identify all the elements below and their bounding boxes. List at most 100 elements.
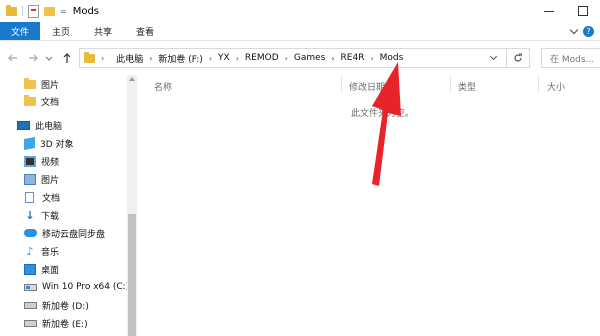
- tab-file[interactable]: 文件: [0, 22, 41, 40]
- drive-icon: [24, 319, 37, 327]
- column-divider[interactable]: [341, 75, 342, 93]
- cloud-icon: [24, 229, 37, 237]
- breadcrumb-separator[interactable]: ›: [285, 54, 288, 63]
- tab-share[interactable]: 共享: [82, 22, 124, 40]
- nav-item-videos[interactable]: 视频: [24, 152, 59, 170]
- maximize-icon: [578, 6, 588, 16]
- nav-item-cloud-sync[interactable]: 移动云盘同步盘: [24, 224, 105, 242]
- tab-view[interactable]: 查看: [124, 22, 166, 40]
- nav-item-label: 新加卷 (D:): [42, 301, 89, 312]
- nav-item-label: 新加卷 (E:): [42, 319, 88, 330]
- chevron-down-icon: [489, 52, 497, 61]
- column-header-date-modified[interactable]: 修改日期: [349, 78, 385, 94]
- breadcrumb-item[interactable]: REMOD: [245, 53, 279, 63]
- nav-item-pictures[interactable]: 图片: [24, 170, 59, 188]
- cube-icon: [24, 136, 35, 150]
- column-divider[interactable]: [450, 75, 451, 93]
- forward-button[interactable]: [26, 49, 40, 67]
- expand-ribbon-icon[interactable]: [569, 25, 579, 34]
- picture-icon: [24, 173, 36, 185]
- column-divider[interactable]: [538, 75, 539, 93]
- nav-item-label: 文档: [41, 97, 60, 108]
- folder-icon: [24, 94, 36, 106]
- breadcrumb-separator[interactable]: ›: [149, 54, 152, 63]
- breadcrumb-separator[interactable]: ›: [236, 54, 239, 63]
- ribbon-tabs: 文件 主页 共享 查看 ?: [0, 22, 600, 40]
- nav-item-label: 文档: [42, 193, 61, 204]
- address-bar[interactable]: › 此电脑 › 新加卷 (F:) › YX › REMOD › Games › …: [79, 48, 530, 68]
- arrow-up-icon: [63, 52, 71, 63]
- column-header-type[interactable]: 类型: [458, 78, 476, 94]
- video-icon: [24, 155, 36, 167]
- help-icon[interactable]: ?: [583, 25, 594, 37]
- nav-item-downloads[interactable]: ↓ 下载: [24, 206, 59, 224]
- refresh-icon: [514, 53, 522, 62]
- address-row: › 此电脑 › 新加卷 (F:) › YX › REMOD › Games › …: [0, 40, 600, 76]
- nav-item-desktop[interactable]: 桌面: [24, 260, 59, 278]
- folder-icon: [84, 51, 95, 63]
- nav-item-drive-d[interactable]: 新加卷 (D:): [24, 296, 89, 314]
- column-header-name[interactable]: 名称: [154, 78, 172, 94]
- refresh-button[interactable]: [506, 49, 529, 67]
- customize-quick-access-button[interactable]: =: [60, 7, 67, 16]
- nav-item-label: 桌面: [41, 265, 60, 276]
- folder-icon: [24, 77, 36, 89]
- breadcrumb-separator[interactable]: ›: [331, 54, 334, 63]
- empty-folder-message: 此文件夹为空。: [351, 109, 415, 119]
- up-button[interactable]: [60, 49, 74, 67]
- window-title: Mods: [72, 5, 100, 17]
- properties-icon[interactable]: [28, 4, 39, 18]
- minimize-button[interactable]: [532, 0, 566, 22]
- download-icon: ↓: [25, 208, 35, 222]
- nav-item-label: Win 10 Pro x64 (C:): [42, 282, 130, 292]
- breadcrumb-item-current[interactable]: Mods: [380, 53, 404, 63]
- chevron-down-icon: [45, 56, 53, 61]
- scrollbar-thumb[interactable]: [128, 214, 136, 336]
- nav-item-documents-quick[interactable]: 文档: [24, 92, 59, 110]
- nav-item-drive-c[interactable]: Win 10 Pro x64 (C:): [24, 278, 129, 296]
- minimize-icon: [544, 10, 554, 12]
- nav-item-pictures-quick[interactable]: 图片: [24, 75, 59, 93]
- breadcrumb-item[interactable]: 此电脑: [116, 52, 143, 65]
- nav-item-label: 图片: [41, 80, 60, 91]
- maximize-button[interactable]: [566, 0, 600, 22]
- title-bar: = Mods: [0, 0, 600, 22]
- column-header-size[interactable]: 大小: [547, 78, 565, 94]
- desktop-icon: [24, 263, 36, 275]
- nav-item-label: 音乐: [41, 247, 60, 258]
- breadcrumb-item[interactable]: RE4R: [341, 53, 365, 63]
- tab-home[interactable]: 主页: [40, 22, 82, 40]
- scroll-up-icon[interactable]: [129, 77, 135, 81]
- nav-item-drive-e[interactable]: 新加卷 (E:): [24, 314, 88, 332]
- file-list[interactable]: 名称 修改日期 类型 大小 此文件夹为空。: [138, 75, 600, 336]
- nav-item-label: 3D 对象: [40, 139, 74, 150]
- breadcrumb-separator: ›: [101, 53, 105, 63]
- breadcrumb-separator[interactable]: ›: [209, 54, 212, 63]
- nav-item-3d-objects[interactable]: 3D 对象: [24, 134, 74, 152]
- back-button[interactable]: [6, 49, 20, 67]
- folder-icon: [6, 4, 17, 16]
- navigation-pane: 图片 文档 此电脑 3D 对象 视频 图片 文档 ↓ 下载 移动云盘同步盘 ♪ …: [0, 75, 138, 336]
- new-folder-icon[interactable]: [44, 6, 55, 16]
- nav-item-music[interactable]: ♪ 音乐: [24, 242, 59, 260]
- breadcrumb-item[interactable]: YX: [218, 53, 230, 63]
- nav-item-label: 此电脑: [35, 121, 63, 132]
- nav-item-this-pc[interactable]: 此电脑: [17, 116, 62, 134]
- breadcrumb-separator[interactable]: ›: [370, 54, 373, 63]
- windows-drive-icon: [24, 283, 37, 291]
- nav-item-label: 移动云盘同步盘: [42, 229, 106, 240]
- address-history-button[interactable]: [487, 52, 499, 64]
- breadcrumb-item[interactable]: Games: [294, 53, 325, 63]
- nav-scrollbar[interactable]: [127, 75, 137, 336]
- nav-item-label: 图片: [41, 175, 60, 186]
- nav-item-documents[interactable]: 文档: [25, 188, 60, 206]
- recent-locations-button[interactable]: [44, 49, 54, 67]
- nav-item-label: 下载: [41, 211, 60, 222]
- breadcrumb-item[interactable]: 新加卷 (F:): [158, 52, 202, 65]
- quick-access-toolbar: =: [0, 4, 67, 18]
- music-icon: ♪: [26, 244, 34, 258]
- search-input[interactable]: 在 Mods...: [541, 48, 600, 68]
- drive-icon: [24, 301, 37, 309]
- window-controls: [532, 0, 600, 22]
- arrow-right-icon: [29, 54, 38, 62]
